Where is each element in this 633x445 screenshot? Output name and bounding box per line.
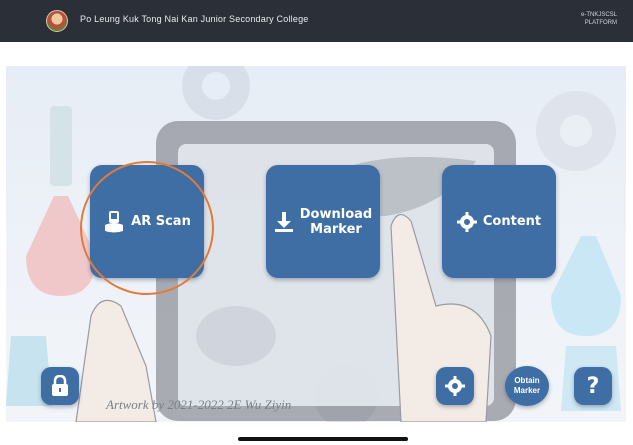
question-icon: ?: [586, 373, 600, 399]
phone-scan-icon: [105, 210, 124, 232]
settings-gear-icon: [445, 376, 465, 396]
app-code: e-TNKJSCSL PLATFORM: [581, 11, 617, 27]
ar-scan-label: AR Scan: [131, 214, 191, 229]
content-button[interactable]: Content: [442, 165, 556, 278]
school-logo: [46, 10, 68, 32]
lock-icon: [52, 375, 68, 396]
app-code-line1: e-TNKJSCSL: [580, 12, 617, 18]
gear-icon: [456, 211, 477, 232]
obtain-label-line2: Marker: [513, 386, 541, 395]
flask-decoration: [26, 196, 96, 296]
ar-scan-button[interactable]: AR Scan: [90, 165, 204, 278]
content-label: Content: [482, 214, 542, 229]
lock-button[interactable]: [41, 367, 79, 405]
home-indicator: [238, 437, 408, 441]
settings-button[interactable]: [436, 367, 474, 405]
artwork-credit: Artwork by 2021-2022 2E Wu Ziyin: [106, 397, 292, 412]
download-label-line2: Marker: [310, 221, 362, 237]
help-button[interactable]: ?: [574, 367, 612, 405]
obtain-label-line1: Obtain: [514, 376, 540, 385]
app-code-line2: PLATFORM: [584, 20, 617, 26]
school-name: Po Leung Kuk Tong Nai Kan Junior Seconda…: [80, 14, 309, 24]
download-icon: [274, 211, 293, 232]
obtain-marker-button[interactable]: Obtain Marker: [505, 366, 549, 406]
download-label-line1: Download: [299, 206, 373, 222]
download-marker-button[interactable]: Download Marker: [266, 165, 380, 278]
flask-decoration: [551, 236, 621, 336]
top-bar: Po Leung Kuk Tong Nai Kan Junior Seconda…: [0, 0, 633, 42]
